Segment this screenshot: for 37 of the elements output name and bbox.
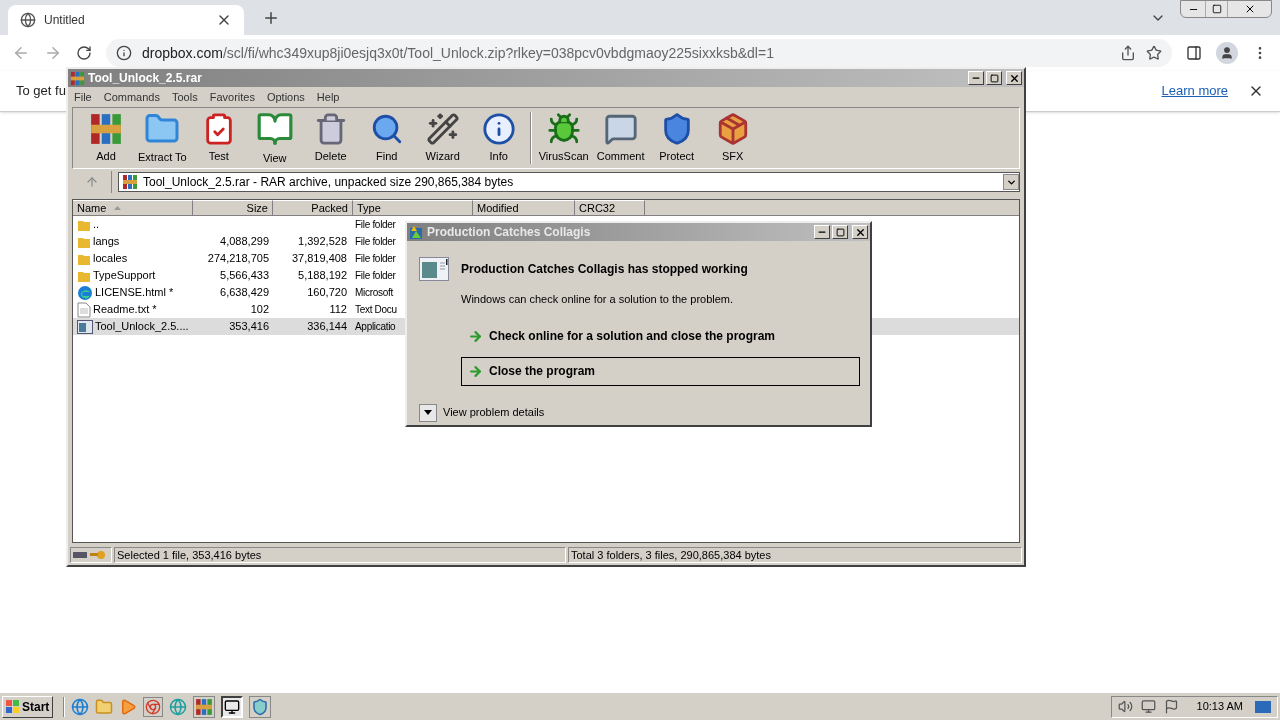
file-name: LICENSE.html *: [95, 285, 174, 301]
file-name: langs: [93, 234, 120, 250]
file-size: 353,416: [229, 320, 269, 333]
details-label: View problem details: [443, 405, 545, 421]
file-size: 274,218,705: [207, 252, 269, 265]
file-name: locales: [93, 251, 128, 267]
status-text: Total 3 folders, 3 files, 290,865,384 bytes: [571, 547, 771, 563]
file-name: ..: [93, 217, 100, 233]
info-bar-text: To get fu: [16, 82, 66, 101]
status-text: Selected 1 file, 353,416 bytes: [117, 547, 262, 563]
window-title: Production Catches Collagis: [427, 224, 592, 241]
file-type: Text Docu: [355, 304, 397, 315]
file-name: Tool_Unlock_2.5....: [95, 319, 189, 335]
file-size: 4,088,299: [220, 235, 269, 248]
file-name: Readme.txt *: [93, 302, 157, 318]
file-size: 5,566,433: [220, 269, 269, 282]
packed-size: 112: [329, 303, 347, 316]
packed-size: 336,144: [307, 320, 347, 333]
file-type: Microsoft: [355, 287, 393, 298]
packed-size: 5,188,192: [298, 269, 347, 282]
file-size: 6,638,429: [220, 286, 269, 299]
clock: 10:13 AM: [1196, 699, 1243, 715]
window-title: Tool_Unlock_2.5.rar: [88, 70, 203, 87]
packed-size: 160,720: [307, 286, 347, 299]
url-text: dropbox.com/scl/fi/whc349xup8ji0esjq3x0t/Tool_Unlock.zip?rlkey=038pcv0vbdgmaoy225sixxksb&dl=1: [142, 43, 775, 63]
packed-size: 1,392,528: [298, 235, 347, 248]
file-name: TypeSupport: [93, 268, 156, 284]
error-heading: Production Catches Collagis has stopped working: [461, 261, 748, 278]
file-type: Applicatio: [355, 321, 396, 332]
packed-size: 37,819,408: [291, 252, 347, 265]
file-type: File folder: [355, 236, 396, 247]
file-size: 102: [250, 303, 269, 316]
tab-title: Untitled: [44, 12, 86, 29]
error-message: Windows can check online for a solution to the problem.: [460, 292, 735, 307]
file-type: File folder: [355, 219, 396, 230]
file-type: File folder: [355, 270, 396, 281]
file-type: File folder: [355, 253, 396, 264]
